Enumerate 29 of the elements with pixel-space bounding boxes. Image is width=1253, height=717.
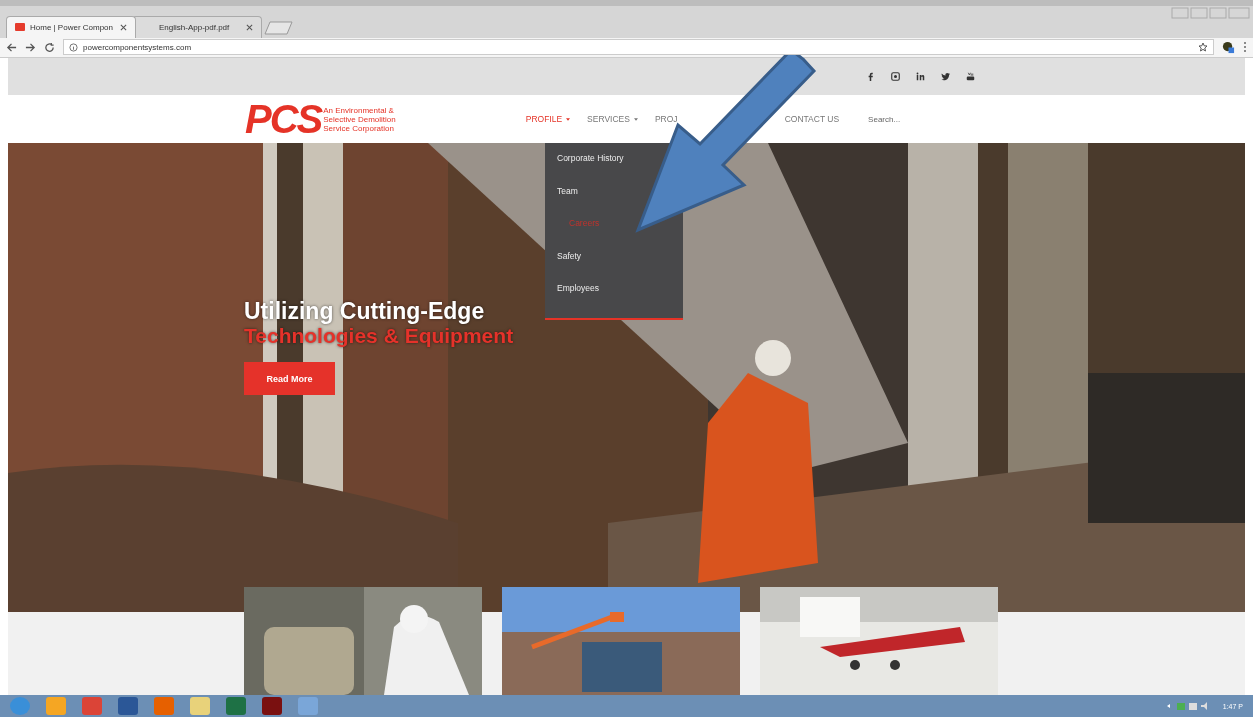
menu-icon[interactable] — [1243, 41, 1247, 54]
info-icon — [69, 42, 78, 52]
nav-link[interactable]: CONTACT US — [784, 114, 840, 125]
logo-tagline: An Environmental & Selective Demolition Service Corporation — [323, 105, 396, 133]
start-button[interactable] — [10, 697, 30, 716]
search-field[interactable]: Search... — [866, 113, 941, 125]
nav-link[interactable]: PROFILE — [525, 114, 571, 125]
facebook-icon[interactable] — [866, 72, 875, 82]
close-icon[interactable] — [120, 23, 127, 31]
reload-icon[interactable] — [44, 41, 55, 53]
address-field[interactable]: powercomponentsystems.com — [63, 39, 1214, 56]
nav-link[interactable]: SERVICES — [587, 114, 638, 125]
forward-icon[interactable] — [25, 41, 36, 53]
new-tab-button[interactable] — [264, 20, 294, 35]
instagram-icon[interactable] — [891, 72, 900, 82]
taskbar-app-icon[interactable] — [262, 697, 282, 716]
extension-icon[interactable] — [1222, 40, 1235, 54]
back-icon[interactable] — [6, 41, 17, 53]
browser-tab[interactable]: Home | Power Compon — [6, 15, 136, 38]
taskbar-app-icon[interactable] — [190, 697, 210, 716]
close-icon[interactable] — [246, 23, 253, 31]
taskbar-app-icon[interactable] — [226, 697, 246, 716]
favicon-icon — [15, 23, 25, 32]
star-icon[interactable] — [1198, 42, 1208, 53]
logo-letters[interactable]: PCS — [245, 99, 322, 140]
nav-link[interactable]: PROJ — [654, 114, 678, 125]
taskbar-app-icon[interactable] — [118, 697, 138, 716]
twitter-icon[interactable] — [941, 72, 950, 82]
linkedin-icon[interactable] — [916, 72, 925, 82]
